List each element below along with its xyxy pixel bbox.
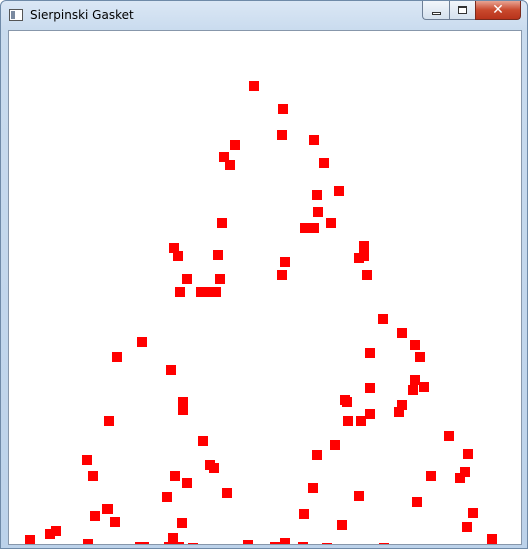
gasket-point <box>298 542 308 544</box>
gasket-point <box>365 409 375 419</box>
gasket-point <box>397 328 407 338</box>
gasket-point <box>426 471 436 481</box>
gasket-point <box>362 270 372 280</box>
gasket-point <box>312 450 322 460</box>
gasket-point <box>330 440 340 450</box>
gasket-point <box>412 497 422 507</box>
gasket-point <box>309 223 319 233</box>
gasket-point <box>83 539 93 544</box>
gasket-point <box>354 253 364 263</box>
gasket-point <box>334 186 344 196</box>
gasket-point <box>378 314 388 324</box>
gasket-point <box>342 397 352 407</box>
gasket-point <box>308 483 318 493</box>
gasket-point <box>88 471 98 481</box>
minimize-icon <box>431 11 441 15</box>
gasket-point <box>299 509 309 519</box>
gasket-point <box>277 130 287 140</box>
gasket-point <box>175 287 185 297</box>
maximize-button[interactable] <box>449 1 475 20</box>
gasket-point <box>162 492 172 502</box>
gasket-point <box>213 250 223 260</box>
gasket-point <box>104 416 114 426</box>
gasket-point <box>112 352 122 362</box>
gasket-point <box>462 522 472 532</box>
minimize-button[interactable] <box>422 1 449 20</box>
gasket-point <box>110 517 120 527</box>
gasket-point <box>337 520 347 530</box>
gasket-point <box>379 543 389 544</box>
gasket-point <box>164 542 174 544</box>
gasket-point <box>149 544 159 545</box>
gasket-point <box>277 270 287 280</box>
gasket-point <box>166 365 176 375</box>
gasket-point <box>280 257 290 267</box>
close-icon: ✕ <box>492 2 504 18</box>
gasket-point <box>356 416 366 426</box>
gasket-point <box>444 431 454 441</box>
gasket-point <box>280 538 290 544</box>
gasket-point <box>249 81 259 91</box>
gasket-point <box>82 455 92 465</box>
gasket-point <box>309 135 319 145</box>
gasket-point <box>178 405 188 415</box>
gasket-point <box>468 508 478 518</box>
gasket-point <box>278 104 288 114</box>
gasket-point <box>313 207 323 217</box>
drawing-canvas <box>8 30 522 545</box>
gasket-point <box>139 542 149 544</box>
window-title: Sierpinski Gasket <box>30 8 134 22</box>
gasket-point <box>230 140 240 150</box>
gasket-point <box>312 190 322 200</box>
gasket-point <box>365 383 375 393</box>
gasket-point <box>137 337 147 347</box>
gasket-point <box>188 543 198 544</box>
gasket-point <box>174 542 184 544</box>
gasket-point <box>419 382 429 392</box>
gasket-point <box>243 540 253 544</box>
gasket-point <box>177 518 187 528</box>
gasket-point <box>322 543 332 544</box>
gasket-point <box>198 436 208 446</box>
gasket-point <box>319 158 329 168</box>
app-window: Sierpinski Gasket ✕ <box>0 0 528 549</box>
gasket-point <box>173 251 183 261</box>
gasket-point <box>90 511 100 521</box>
gasket-point <box>222 488 232 498</box>
gasket-point <box>408 385 418 395</box>
maximize-icon <box>458 6 467 14</box>
gasket-point <box>343 416 353 426</box>
gasket-point <box>170 471 180 481</box>
gasket-point <box>359 241 369 251</box>
gasket-point <box>209 463 219 473</box>
gasket-point <box>463 449 473 459</box>
gasket-point <box>487 534 497 544</box>
gasket-point <box>45 529 55 539</box>
gasket-point <box>354 491 364 501</box>
gasket-point <box>415 352 425 362</box>
gasket-point <box>215 274 225 284</box>
gasket-point <box>102 504 112 514</box>
gasket-point <box>225 160 235 170</box>
app-window-icon[interactable] <box>9 9 23 21</box>
gasket-point <box>270 542 280 544</box>
gasket-point <box>217 218 227 228</box>
gasket-point <box>410 340 420 350</box>
close-button[interactable]: ✕ <box>475 1 521 20</box>
title-bar[interactable]: Sierpinski Gasket ✕ <box>1 1 527 30</box>
gasket-point <box>182 274 192 284</box>
gasket-point <box>182 478 192 488</box>
gasket-point <box>455 473 465 483</box>
gasket-point <box>365 348 375 358</box>
gasket-point <box>326 218 336 228</box>
caption-buttons: ✕ <box>422 1 521 20</box>
gasket-point <box>211 287 221 297</box>
gasket-point <box>25 535 35 544</box>
gasket-point <box>394 407 404 417</box>
